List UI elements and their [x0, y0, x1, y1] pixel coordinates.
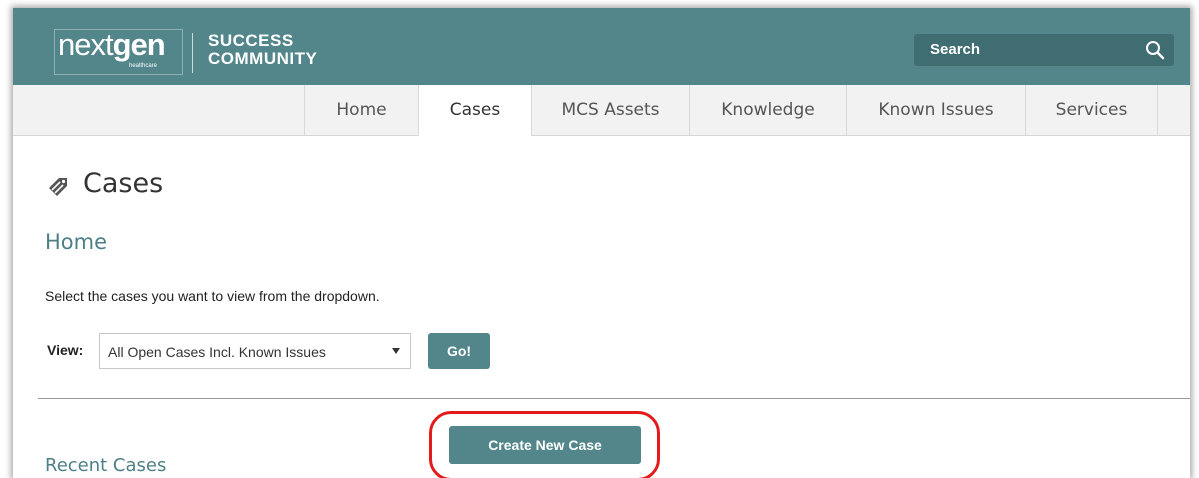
tab-cases[interactable]: Cases	[418, 85, 531, 136]
site-brand[interactable]: SUCCESS COMMUNITY	[208, 32, 317, 68]
search-input[interactable]: Search	[914, 34, 1174, 66]
logo-word-suffix: gen	[112, 27, 166, 62]
dropdown-arrow-icon	[392, 348, 400, 354]
tag-icon	[49, 178, 67, 196]
highlight-annotation	[429, 411, 660, 478]
main-nav: Home Cases MCS Assets Knowledge Known Is…	[13, 85, 1190, 136]
tab-label: Services	[1055, 100, 1128, 120]
page-subtitle: Home	[45, 230, 108, 254]
tab-label: MCS Assets	[561, 100, 660, 120]
view-label: View:	[47, 342, 84, 358]
tab-label: Cases	[449, 100, 501, 120]
go-button[interactable]: Go!	[428, 333, 490, 369]
tab-label: Home	[336, 100, 387, 120]
view-select[interactable]: All Open Cases Incl. Known Issues	[99, 333, 411, 369]
tab-home[interactable]: Home	[304, 85, 418, 135]
instructions-text: Select the cases you want to view from t…	[45, 288, 380, 304]
search-icon[interactable]	[1144, 39, 1166, 61]
tab-known-issues[interactable]: Known Issues	[846, 85, 1025, 135]
view-select-value: All Open Cases Incl. Known Issues	[108, 344, 326, 360]
recent-cases-heading: Recent Cases	[45, 455, 167, 476]
header: nextgen healthcare SUCCESS COMMUNITY Sea…	[13, 8, 1190, 85]
brand-line-2: COMMUNITY	[208, 49, 318, 68]
logo-word-prefix: next	[58, 27, 114, 62]
brand-line-1: SUCCESS	[208, 31, 294, 50]
page-title: Cases	[83, 168, 164, 199]
tab-services[interactable]: Services	[1025, 85, 1158, 135]
logo-divider	[192, 33, 193, 73]
tab-label: Known Issues	[878, 100, 994, 120]
section-divider	[38, 398, 1190, 399]
logo-subtitle: healthcare	[129, 63, 158, 69]
tab-mcs-assets[interactable]: MCS Assets	[531, 85, 689, 135]
tab-label: Knowledge	[721, 100, 815, 120]
search-placeholder: Search	[930, 41, 981, 58]
app-window: nextgen healthcare SUCCESS COMMUNITY Sea…	[13, 8, 1190, 478]
tab-knowledge[interactable]: Knowledge	[689, 85, 846, 135]
nextgen-logo[interactable]: nextgen healthcare	[54, 27, 183, 75]
